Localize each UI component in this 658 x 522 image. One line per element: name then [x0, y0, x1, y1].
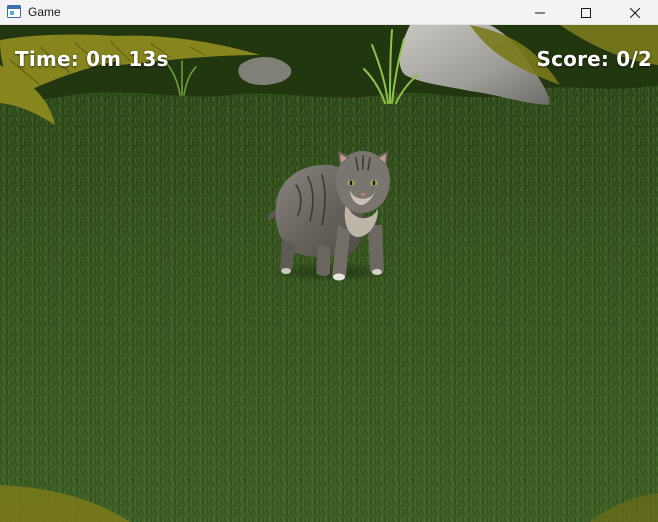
- minimize-icon: [535, 12, 545, 13]
- time-readout: Time: 0m 13s: [15, 47, 169, 71]
- maximize-button[interactable]: [563, 0, 609, 25]
- app-window-icon: [7, 5, 21, 18]
- maximize-icon: [581, 7, 591, 18]
- game-scene: [0, 25, 658, 522]
- score-readout: Score: 0/2: [536, 47, 652, 71]
- game-viewport[interactable]: Time: 0m 13s Score: 0/2: [0, 25, 658, 522]
- title-bar[interactable]: Game: [0, 0, 658, 25]
- game-window: Game Time: 0m 13s Score: 0/2: [0, 0, 658, 522]
- window-title: Game: [28, 5, 61, 19]
- close-button[interactable]: [612, 0, 658, 25]
- minimize-button[interactable]: [517, 0, 563, 25]
- close-icon: [630, 7, 640, 18]
